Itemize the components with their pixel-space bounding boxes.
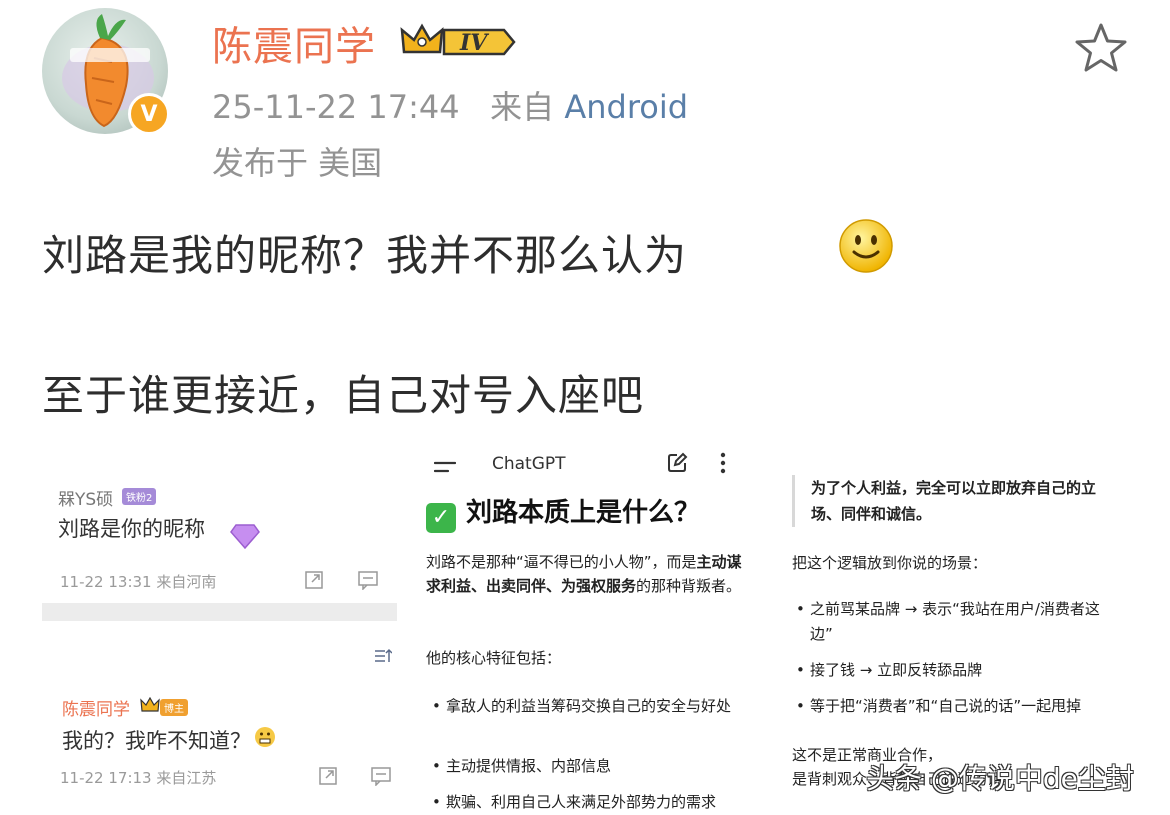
grimace-emoji-icon xyxy=(254,726,276,752)
post-timestamp: 25-11-22 17:44 xyxy=(212,88,460,126)
chatgpt-bullet: 主动提供情报、内部信息 xyxy=(432,754,752,778)
post-image-chatgpt[interactable]: ChatGPT ✓ 刘路本质上是什么？ 刘路不是那种“逼不得已的小人物”，而是主动… xyxy=(408,452,762,815)
paragraph1-part-c: 的那种背叛者。 xyxy=(636,577,742,595)
paragraph1-part-a: 刘路不是那种“逼不得已的小人物”，而是 xyxy=(426,553,697,571)
comment2-name: 陈震同学 xyxy=(62,700,130,720)
verified-badge-icon: V xyxy=(128,93,170,135)
gem-sticker-icon xyxy=(230,523,260,553)
chatgpt-title: ChatGPT xyxy=(492,454,566,474)
post-source-link[interactable]: Android xyxy=(564,88,688,126)
post-location: 发布于 美国 xyxy=(212,144,383,182)
chatgpt-bullet: 欺骗、利用自己人来满足外部势力的需求 xyxy=(432,790,752,814)
comment-icon[interactable] xyxy=(370,766,392,790)
more-options-icon[interactable] xyxy=(719,452,727,478)
comment-divider xyxy=(42,603,397,621)
post-image-comments[interactable]: 槑YS硕 铁粉2 刘路是你的昵称 11-22 13:31 来自河南 陈震同学 博… xyxy=(42,455,397,815)
chatgpt-paragraph2: 他的核心特征包括： xyxy=(426,649,562,667)
comment1-text: 刘路是你的昵称 xyxy=(58,517,205,541)
post-username[interactable]: 陈震同学 xyxy=(212,14,376,72)
chatgpt-heading: ✓ 刘路本质上是什么？ xyxy=(426,492,700,533)
watermark: 头条 @传说中de尘封 xyxy=(866,762,1134,795)
analysis-quote: 为了个人利益，完全可以立即放弃自己的立场、同伴和诚信。 xyxy=(792,475,1114,527)
level-crown-icon[interactable]: IV xyxy=(400,22,518,66)
chatgpt-heading-text: 刘路本质上是什么？ xyxy=(466,498,701,528)
smile-emoji-icon xyxy=(838,218,894,278)
crown-small-icon xyxy=(140,696,160,717)
comment2-text: 我的？我咋不知道？ xyxy=(62,729,251,753)
favorite-star-icon[interactable] xyxy=(1074,22,1128,78)
post-meta: 25-11-22 17:44 来自 Android xyxy=(212,82,688,128)
level-badge-text: IV xyxy=(459,30,489,56)
check-mark-icon: ✓ xyxy=(426,503,456,533)
share-icon[interactable] xyxy=(318,766,338,790)
analysis-bullet: 等于把“消费者”和“自己说的话”一起甩掉 xyxy=(796,694,1116,719)
comment2-meta: 11-22 17:13 来自江苏 xyxy=(60,769,217,787)
edit-icon[interactable] xyxy=(666,452,688,478)
share-icon[interactable] xyxy=(304,570,324,594)
menu-icon[interactable] xyxy=(433,460,457,479)
comment-icon[interactable] xyxy=(357,570,379,594)
analysis-bullet: 之前骂某品牌 → 表示“我站在用户/消费者这边” xyxy=(796,597,1116,647)
chatgpt-paragraph1: 刘路不是那种“逼不得已的小人物”，而是主动谋求利益、出卖同伴、为强权服务的那种背… xyxy=(426,550,756,598)
comment1-name: 槑YS硕 xyxy=(58,490,114,510)
sort-icon[interactable] xyxy=(374,647,393,669)
comment1-meta: 11-22 13:31 来自河南 xyxy=(60,573,217,591)
post-text-line1: 刘路是我的昵称？我并不那么认为 xyxy=(42,231,688,280)
comment1-fan-tag: 铁粉2 xyxy=(122,488,157,505)
comment2-author-tag: 博主 xyxy=(160,699,188,716)
analysis-intro: 把这个逻辑放到你说的场景： xyxy=(792,554,988,572)
post-text-line2: 至于谁更接近，自己对号入座吧 xyxy=(42,371,645,420)
analysis-bullet: 接了钱 → 立即反转舔品牌 xyxy=(796,658,1116,683)
chatgpt-bullet: 拿敌人的利益当筹码交换自己的安全与好处 xyxy=(432,694,752,718)
post-source-prefix: 来自 xyxy=(490,88,555,126)
